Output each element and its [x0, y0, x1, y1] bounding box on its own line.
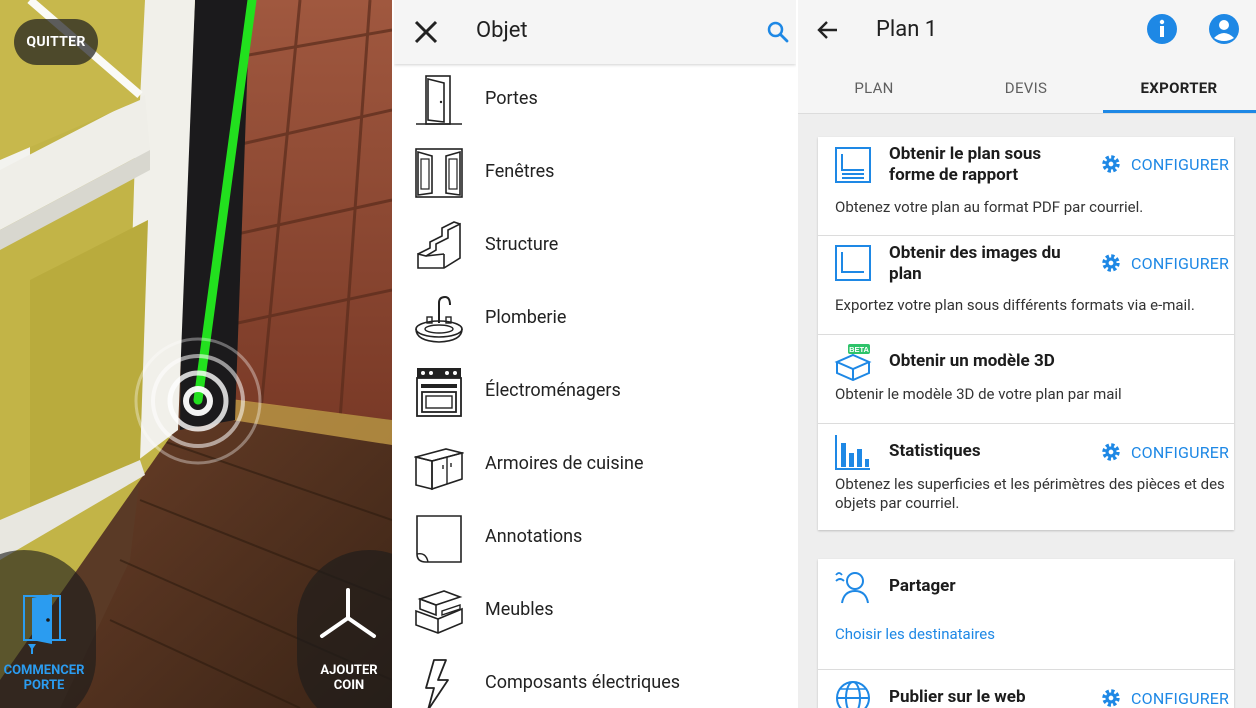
object-category-electrical[interactable]: Composants électriques — [394, 648, 796, 708]
object-category-furniture[interactable]: Meubles — [394, 575, 796, 648]
note-icon — [416, 515, 462, 563]
object-category-doors[interactable]: Portes — [394, 64, 796, 137]
configure-label: CONFIGURER — [1131, 154, 1230, 174]
object-category-label: Armoires de cuisine — [485, 453, 644, 474]
cube-3d-icon: BETA — [834, 344, 872, 381]
object-category-structure[interactable]: Structure — [394, 210, 796, 283]
export-3d-row[interactable]: BETA Obtenir un modèle 3D Obtenir le mod… — [818, 335, 1234, 424]
object-category-label: Meubles — [485, 599, 554, 620]
choose-recipients-link[interactable]: Choisir les destinataires — [835, 625, 995, 643]
stove-icon — [416, 368, 462, 417]
gear-icon — [1102, 689, 1120, 707]
add-corner-label: AJOUTER COIN — [320, 663, 378, 693]
configure-button[interactable]: CONFIGURER — [1100, 441, 1229, 463]
object-category-kitchen-cabinets[interactable]: Armoires de cuisine — [394, 429, 796, 502]
publish-title: Publier sur le web — [889, 687, 1026, 707]
tab-export[interactable]: EXPORTER — [1103, 62, 1255, 114]
export-options-card: Obtenir le plan sous forme de rapport CO… — [818, 137, 1234, 530]
ar-camera-view[interactable]: QUITTER COMMENCER PORTE AJOUTER COIN — [0, 0, 392, 708]
window-icon — [415, 148, 463, 198]
plan-tabs: PLAN DEVIS EXPORTER — [798, 62, 1256, 114]
object-category-appliances[interactable]: Électroménagers — [394, 356, 796, 429]
share-card: Partager Choisir les destinataires Publi… — [818, 559, 1234, 708]
export-item-title: Obtenir un modèle 3D — [889, 351, 1055, 371]
sofa-icon — [415, 590, 463, 634]
object-category-label: Portes — [485, 88, 538, 109]
configure-label: CONFIGURER — [1131, 688, 1230, 708]
export-item-description: Obtenez les superficies et les périmètre… — [835, 475, 1225, 512]
object-category-label: Structure — [485, 234, 559, 255]
tab-quote[interactable]: DEVIS — [950, 62, 1102, 114]
object-category-plumbing[interactable]: Plomberie — [394, 283, 796, 356]
share-row[interactable]: Partager Choisir les destinataires — [818, 559, 1234, 670]
object-category-label: Fenêtres — [485, 161, 555, 182]
close-icon[interactable] — [412, 18, 440, 46]
corner-icon — [320, 588, 376, 638]
object-picker-panel: Objet Portes Fenêtres Structure Plomberi… — [394, 0, 796, 708]
image-export-icon — [835, 245, 871, 281]
configure-label: CONFIGURER — [1131, 253, 1230, 273]
cabinet-icon — [414, 448, 464, 491]
export-images-row[interactable]: Obtenir des images du plan CONFIGURER Ex… — [818, 236, 1234, 335]
lightning-icon — [425, 659, 449, 708]
publish-web-row[interactable]: Publier sur le web CONFIGURER — [818, 670, 1234, 708]
plan-title: Plan 1 — [876, 17, 938, 42]
export-report-row[interactable]: Obtenir le plan sous forme de rapport CO… — [818, 137, 1234, 236]
gear-icon — [1102, 155, 1120, 173]
account-icon[interactable] — [1208, 13, 1240, 45]
share-person-icon — [835, 572, 869, 604]
sink-icon — [415, 295, 463, 343]
export-item-title: Statistiques — [889, 441, 981, 461]
configure-button[interactable]: CONFIGURER — [1100, 687, 1229, 708]
door-open-icon — [23, 594, 66, 654]
export-item-description: Obtenir le modèle 3D de votre plan par m… — [835, 385, 1122, 403]
object-category-label: Électroménagers — [485, 380, 621, 401]
search-icon[interactable] — [766, 20, 790, 44]
gear-icon — [1102, 443, 1120, 461]
door-icon — [416, 75, 462, 125]
object-category-annotations[interactable]: Annotations — [394, 502, 796, 575]
share-title: Partager — [889, 576, 956, 596]
object-category-label: Annotations — [485, 526, 583, 547]
plan-panel: Plan 1 PLAN DEVIS EXPORTER Obtenir le pl — [798, 0, 1256, 708]
beta-badge: BETA — [849, 345, 869, 354]
info-icon[interactable] — [1146, 13, 1178, 45]
panel-title: Objet — [476, 18, 528, 43]
plan-header: Plan 1 — [798, 0, 1256, 62]
export-item-description: Exportez votre plan sous différents form… — [835, 296, 1195, 314]
configure-button[interactable]: CONFIGURER — [1100, 153, 1229, 175]
stairs-icon — [417, 221, 461, 269]
export-statistics-row[interactable]: Statistiques CONFIGURER Obtenez les supe… — [818, 424, 1234, 530]
globe-icon — [836, 681, 870, 708]
active-tab-indicator — [1103, 110, 1256, 113]
object-category-label: Composants électriques — [485, 672, 681, 693]
start-door-label: COMMENCER PORTE — [3, 663, 85, 693]
back-arrow-icon[interactable] — [816, 18, 840, 42]
export-item-title: Obtenir le plan sous forme de rapport — [889, 144, 1042, 185]
bar-chart-icon — [835, 435, 870, 470]
gear-icon — [1102, 254, 1120, 272]
quit-button[interactable]: QUITTER — [14, 19, 98, 65]
tab-plan[interactable]: PLAN — [798, 62, 950, 114]
object-category-label: Plomberie — [485, 307, 567, 328]
configure-button[interactable]: CONFIGURER — [1100, 252, 1229, 274]
export-item-description: Obtenez votre plan au format PDF par cou… — [835, 198, 1144, 216]
export-item-title: Obtenir des images du plan — [889, 243, 1061, 284]
object-picker-header: Objet — [394, 0, 796, 64]
report-icon — [835, 147, 871, 183]
object-category-windows[interactable]: Fenêtres — [394, 137, 796, 210]
configure-label: CONFIGURER — [1131, 442, 1230, 462]
